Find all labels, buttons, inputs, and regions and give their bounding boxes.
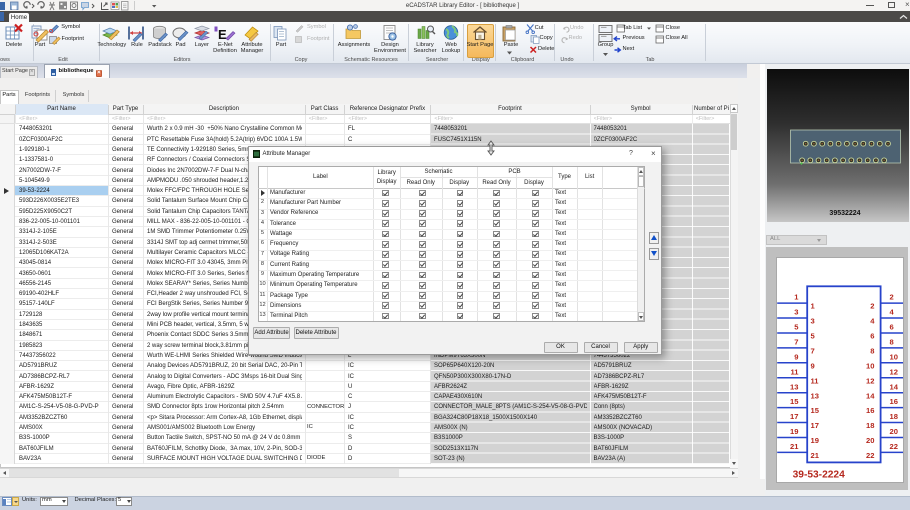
svg-text:17: 17: [790, 412, 798, 421]
svg-text:15: 15: [811, 406, 820, 415]
svg-text:39-53-2224: 39-53-2224: [793, 470, 845, 481]
svg-text:16: 16: [866, 406, 874, 415]
svg-text:21: 21: [790, 442, 799, 451]
svg-text:20: 20: [890, 427, 898, 436]
svg-text:1: 1: [811, 302, 816, 311]
svg-text:2: 2: [870, 302, 874, 311]
svg-text:E: E: [218, 27, 227, 42]
svg-text:12: 12: [890, 367, 898, 376]
svg-text:2: 2: [890, 293, 894, 302]
svg-text:18: 18: [866, 421, 874, 430]
svg-text:14: 14: [866, 391, 875, 400]
svg-text:3: 3: [811, 317, 815, 326]
svg-text:5: 5: [794, 323, 799, 332]
svg-text:7: 7: [811, 347, 815, 356]
svg-text:4: 4: [890, 308, 895, 317]
svg-text:12: 12: [866, 376, 874, 385]
svg-text:7: 7: [794, 338, 798, 347]
svg-text:8: 8: [870, 347, 874, 356]
svg-text:19: 19: [790, 427, 798, 436]
svg-text:14: 14: [890, 382, 899, 391]
svg-text:18: 18: [890, 412, 898, 421]
svg-text:13: 13: [811, 391, 819, 400]
svg-text:10: 10: [866, 361, 874, 370]
svg-text:22: 22: [866, 451, 874, 460]
svg-text:20: 20: [866, 436, 874, 445]
svg-text:6: 6: [890, 323, 894, 332]
svg-text:1: 1: [794, 293, 799, 302]
svg-text:21: 21: [811, 451, 820, 460]
svg-text:13: 13: [790, 382, 798, 391]
svg-text:9: 9: [794, 352, 798, 361]
svg-text:10: 10: [890, 352, 898, 361]
svg-text:11: 11: [790, 367, 799, 376]
svg-text:8: 8: [890, 338, 894, 347]
svg-text:19: 19: [811, 436, 819, 445]
svg-text:17: 17: [811, 421, 819, 430]
svg-text:11: 11: [811, 376, 820, 385]
svg-text:5: 5: [811, 332, 816, 341]
svg-text:22: 22: [890, 442, 898, 451]
svg-text:4: 4: [870, 317, 875, 326]
svg-text:6: 6: [870, 332, 874, 341]
svg-text:3: 3: [794, 308, 798, 317]
svg-text:16: 16: [890, 397, 898, 406]
svg-text:9: 9: [811, 361, 815, 370]
svg-text:15: 15: [790, 397, 799, 406]
